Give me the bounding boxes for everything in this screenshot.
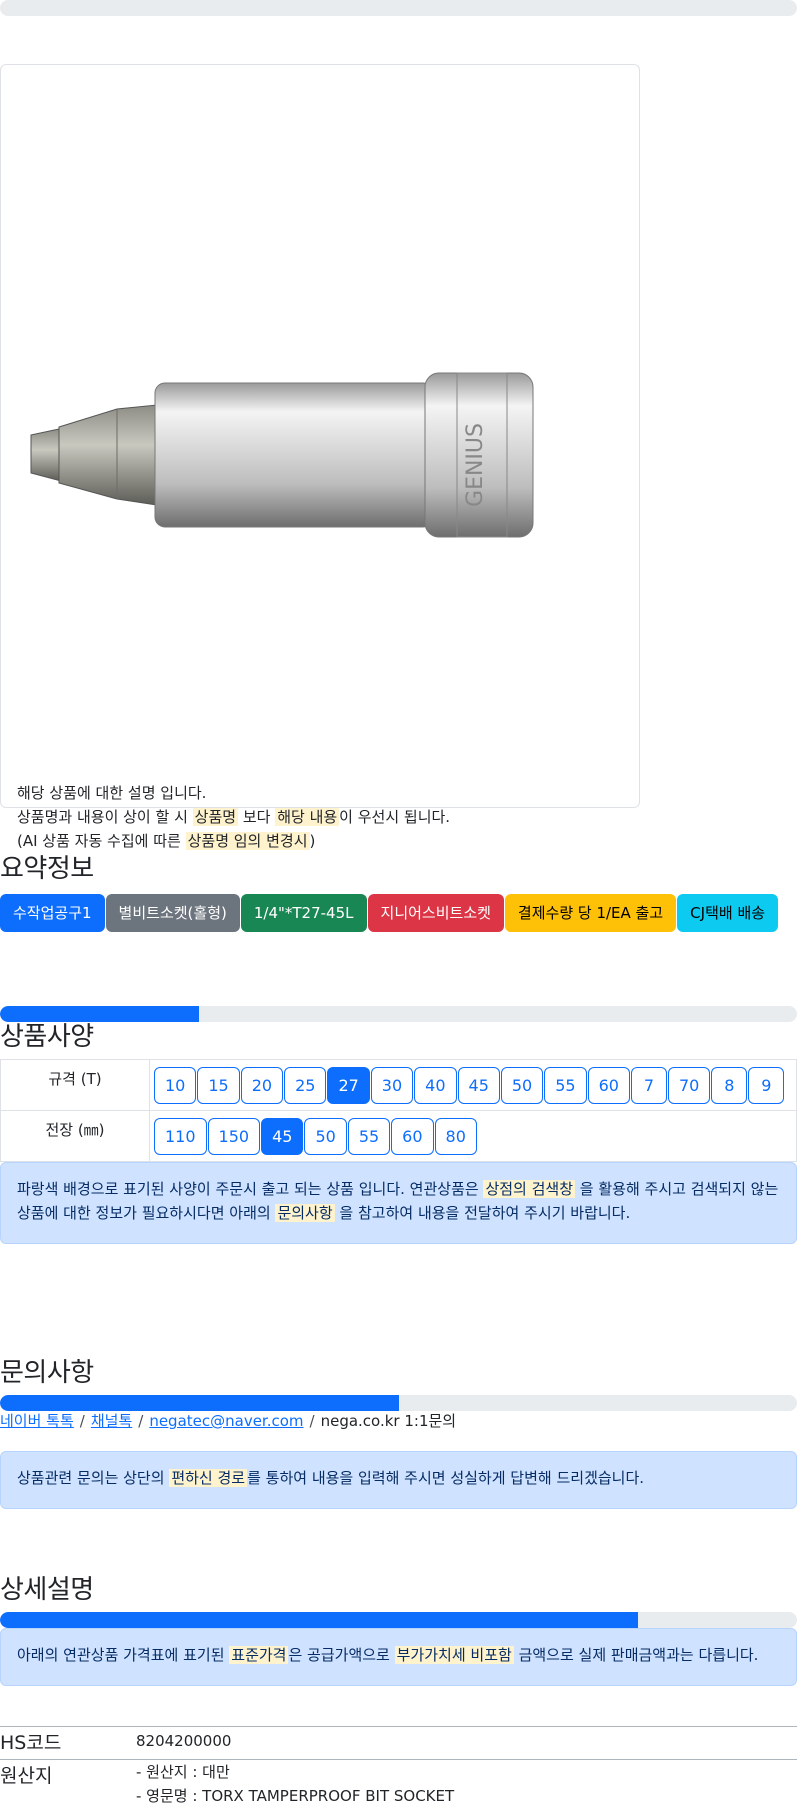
spec-option-button[interactable]: 55 [544,1066,587,1104]
specs-progress-bar [0,1006,797,1022]
spec-option-button[interactable]: 50 [500,1066,544,1104]
detail-title: 상세설명 [0,1575,94,1605]
channel-talk-link[interactable]: 채널톡 [91,1412,132,1430]
spec-option-button[interactable]: 70 [667,1066,711,1104]
product-image-card: GENIUS 해당 상품에 대한 설명 입니다. 상품명과 내용이 상이 할 시… [0,64,640,850]
origin-row: 원산지 - 원산지 : 대만 - 영문명 : TORX TAMPERPROOF … [0,1759,797,1808]
spec-label: 규격 (T) [0,1060,150,1110]
spec-option-button[interactable]: 60 [391,1117,434,1155]
spec-option-button[interactable]: 9 [748,1066,785,1104]
hs-code-value: 8204200000 [136,1732,232,1750]
spec-table: 규격 (T) 10 15 20 25 27 30 40 45 50 55 60 7 70 8 9 전장 (㎜) 1… [0,1059,797,1162]
spec-option-button[interactable]: 10 [154,1066,197,1104]
spec-option-button[interactable]: 55 [347,1117,391,1155]
hs-code-label: HS코드 [0,1732,62,1754]
spec-options: 110 150 45 50 55 60 80 [150,1111,797,1161]
spec-option-button[interactable]: 25 [284,1066,327,1104]
spec-option-button[interactable]: 20 [240,1066,284,1104]
summary-badge: 별비트소켓(홀형) [105,894,240,932]
spec-option-button[interactable]: 110 [154,1117,207,1155]
inquiry-progress-bar [0,1395,797,1411]
spec-option-button[interactable]: 27 [327,1066,370,1104]
summary-badge: 지니어스비트소켓 [367,894,504,932]
spec-option-button[interactable]: 7 [630,1066,667,1104]
spec-option-button[interactable]: 15 [197,1066,240,1104]
product-photo: GENIUS [30,372,534,538]
origin-label: 원산지 [0,1765,53,1787]
spec-option-button[interactable]: 30 [370,1066,414,1104]
spec-options: 10 15 20 25 27 30 40 45 50 55 60 7 70 8 9 [150,1060,797,1110]
detail-notice: 아래의 연관상품 가격표에 표기된 표준가격 은 공급가액으로 부가가치세 비포함… [0,1628,797,1686]
spec-option-button[interactable]: 8 [711,1066,748,1104]
site-inquiry-text: nega.co.kr 1:1문의 [320,1412,457,1430]
email-link[interactable]: negatec@naver.com [149,1412,303,1430]
svg-text:GENIUS: GENIUS [463,423,488,507]
spec-option-button[interactable]: 60 [587,1066,630,1104]
inquiry-title: 문의사항 [0,1358,94,1388]
spec-option-button[interactable]: 150 [207,1117,261,1155]
summary-title: 요약정보 [0,854,94,884]
product-description: 해당 상품에 대한 설명 입니다. 상품명과 내용이 상이 할 시 상품명 보다… [17,784,451,850]
summary-badge: 1/4"*T27-45L [240,894,367,932]
inquiry-notice: 상품관련 문의는 상단의 편하신 경로 를 통하여 내용을 입력해 주시면 성실하… [0,1451,797,1509]
product-info-table: HS코드 8204200000 원산지 - 원산지 : 대만 - 영문명 : T… [0,1726,797,1808]
summary-badge: 결제수량 당 1/EA 출고 [504,894,677,932]
spec-notice: 파랑색 배경으로 표기된 사양이 주문시 출고 되는 상품 입니다. 연관상품은… [0,1162,797,1244]
origin-value: - 원산지 : 대만 - 영문명 : TORX TAMPERPROOF BIT … [136,1763,455,1805]
spec-label: 전장 (㎜) [0,1111,150,1161]
spec-option-button[interactable]: 40 [414,1066,457,1104]
spec-option-button[interactable]: 80 [434,1117,477,1155]
spec-option-button[interactable]: 45 [457,1066,500,1104]
contact-links: 네이버 톡톡 / 채널톡 / negatec@naver.com / nega.co.kr … [0,1412,457,1430]
spec-option-button[interactable]: 45 [261,1117,304,1155]
summary-badges: 수작업공구1 별비트소켓(홀형) 1/4"*T27-45L 지니어스비트소켓 결제수량 … [0,894,779,932]
detail-progress-bar [0,1612,797,1628]
specs-title: 상품사양 [0,1022,94,1052]
spec-row: 규격 (T) 10 15 20 25 27 30 40 45 50 55 60 7 70 8 9 [0,1060,797,1111]
spec-option-button[interactable]: 50 [304,1117,347,1155]
hs-code-row: HS코드 8204200000 [0,1726,797,1759]
naver-talk-link[interactable]: 네이버 톡톡 [0,1412,74,1430]
spec-row: 전장 (㎜) 110 150 45 50 55 60 80 [0,1111,797,1162]
top-progress-bar [0,0,797,16]
summary-badge: CJ택배 배송 [677,894,779,932]
summary-badge: 수작업공구1 [0,894,105,932]
